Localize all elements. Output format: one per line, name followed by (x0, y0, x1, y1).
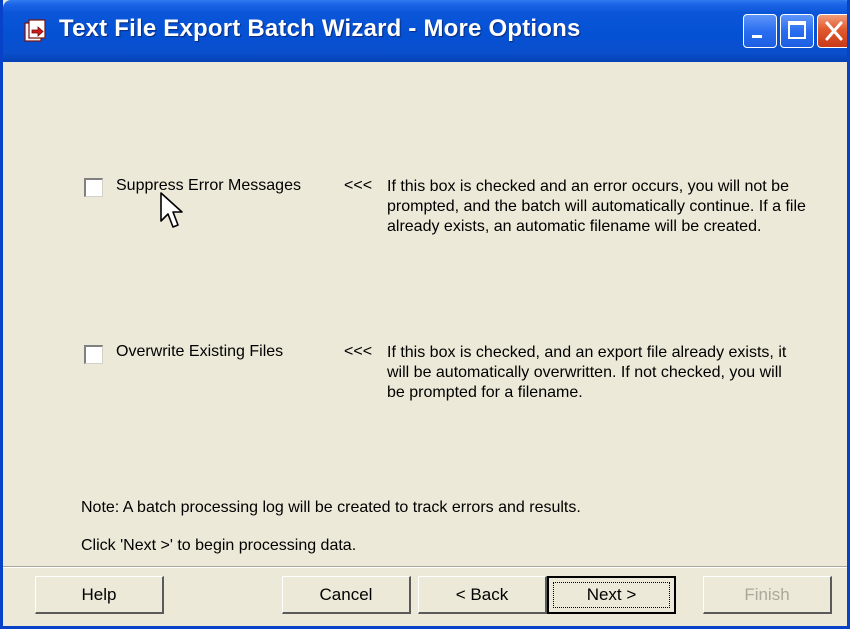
mouse-pointer-icon (159, 191, 183, 231)
suppress-error-messages-label[interactable]: Suppress Error Messages (116, 177, 301, 195)
overwrite-existing-files-checkbox[interactable] (84, 345, 103, 364)
help-button-label: Help (81, 584, 117, 604)
cancel-button[interactable]: Cancel (282, 576, 411, 614)
back-button-label: < Back (455, 584, 509, 604)
title-bar[interactable]: Text File Export Batch Wizard - More Opt… (3, 0, 847, 62)
maximize-button[interactable] (780, 14, 814, 48)
close-icon (825, 21, 843, 41)
option-pointer-arrows: <<< (344, 343, 373, 360)
wizard-window: Text File Export Batch Wizard - More Opt… (0, 0, 850, 629)
close-button[interactable] (817, 14, 847, 48)
overwrite-existing-files-label[interactable]: Overwrite Existing Files (116, 343, 283, 361)
finish-button-label: Finish (744, 584, 790, 604)
maximize-icon (788, 21, 806, 39)
next-instruction: Click 'Next >' to begin processing data. (81, 537, 357, 554)
export-wizard-icon (23, 19, 47, 43)
next-button[interactable]: Next > (547, 576, 676, 614)
log-note: Note: A batch processing log will be cre… (81, 499, 581, 516)
finish-button: Finish (703, 576, 832, 614)
footer-separator (3, 566, 847, 568)
window-title: Text File Export Batch Wizard - More Opt… (59, 15, 581, 42)
suppress-error-messages-description: If this box is checked and an error occu… (387, 178, 806, 235)
minimize-button[interactable] (743, 14, 777, 48)
back-button[interactable]: < Back (418, 576, 547, 614)
minimize-icon (752, 35, 762, 38)
suppress-error-messages-checkbox[interactable] (84, 178, 103, 197)
option-pointer-arrows: <<< (344, 177, 373, 194)
focus-rectangle (553, 582, 670, 608)
help-button[interactable]: Help (35, 576, 164, 614)
overwrite-existing-files-description: If this box is checked, and an export fi… (387, 344, 787, 401)
cancel-button-label: Cancel (319, 584, 373, 604)
